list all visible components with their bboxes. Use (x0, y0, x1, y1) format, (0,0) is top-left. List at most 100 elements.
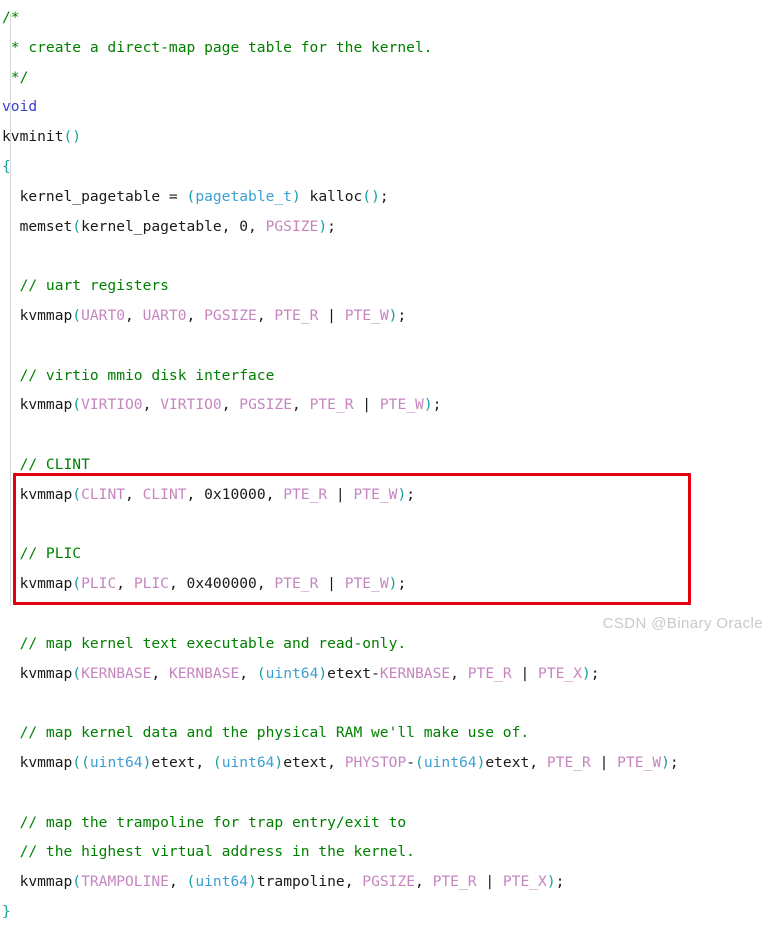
code-token: , (221, 396, 240, 414)
code-token: ) (142, 753, 152, 771)
code-token: PTE_R (274, 575, 319, 593)
code-token: trampoline, (256, 873, 363, 891)
code-token: ( (212, 753, 222, 771)
code-token: // map kernel data and the physical RAM … (2, 724, 530, 742)
code-token: | (353, 396, 380, 414)
code-token: // PLIC (2, 545, 82, 563)
code-token: ) (318, 664, 328, 682)
code-token: | (318, 575, 345, 593)
code-token: TRAMPOLINE (81, 873, 169, 891)
code-token: */ (2, 68, 29, 86)
code-token: ; (406, 485, 416, 503)
code-token: } (2, 902, 11, 920)
code-token: ) (661, 753, 670, 771)
code-token: PTE_X (502, 873, 547, 891)
code-token: | (476, 873, 503, 891)
code-viewer[interactable]: /* * create a direct-map page table for … (0, 0, 781, 920)
code-token: kvmmap (2, 575, 73, 593)
code-token: ( (72, 664, 82, 682)
code-line: * create a direct-map page table for the… (2, 33, 781, 63)
code-token: uint64 (195, 873, 249, 891)
code-line: */ (2, 63, 781, 93)
code-token: * create a direct-map page table for the… (2, 38, 433, 56)
code-token: UART0 (81, 306, 126, 324)
code-token: ( (72, 306, 82, 324)
code-token: ( (72, 873, 82, 891)
code-line: kvmmap(CLINT, CLINT, 0x10000, PTE_R | PT… (2, 480, 781, 510)
code-token: ( (186, 873, 196, 891)
code-token: UART0 (142, 306, 187, 324)
code-line: void (2, 92, 781, 122)
code-token: PGSIZE (239, 396, 292, 414)
code-token: ) (397, 485, 407, 503)
code-token: kvmmap (2, 873, 73, 891)
code-line: kvminit() (2, 122, 781, 152)
code-token: ; (379, 187, 389, 205)
code-token: PTE_X (538, 664, 582, 682)
code-token: uint64 (221, 753, 275, 771)
code-token: PTE_W (344, 575, 389, 593)
code-token: VIRTIO0 (81, 396, 143, 414)
code-token: uint64 (265, 664, 319, 682)
code-token: ) (423, 396, 433, 414)
code-token: // uart registers (2, 277, 169, 295)
code-line: // uart registers (2, 271, 781, 301)
code-token: PTE_W (617, 753, 662, 771)
code-token: uint64 (423, 753, 477, 771)
code-token: PLIC (133, 575, 169, 593)
code-line: kvmmap(KERNBASE, KERNBASE, (uint64)etext… (2, 659, 781, 689)
code-token: , (292, 396, 310, 414)
code-token: ) (476, 753, 486, 771)
code-token: , (168, 873, 187, 891)
code-token: (( (72, 753, 90, 771)
code-token: // the highest virtual address in the ke… (2, 843, 415, 861)
code-line: kvmmap(TRAMPOLINE, (uint64)trampoline, P… (2, 867, 781, 897)
code-token: , (239, 664, 257, 682)
code-token: PTE_R (309, 396, 354, 414)
code-token: { (2, 157, 11, 175)
code-token: VIRTIO0 (160, 396, 222, 414)
code-token: , (450, 664, 468, 682)
code-token: kvmmap (2, 664, 73, 682)
code-line: kvmmap(UART0, UART0, PGSIZE, PTE_R | PTE… (2, 301, 781, 331)
code-line: kvmmap(VIRTIO0, VIRTIO0, PGSIZE, PTE_R |… (2, 390, 781, 420)
code-line: kvmmap((uint64)etext, (uint64)etext, PHY… (2, 748, 781, 778)
code-token: void (2, 98, 38, 116)
code-token: | (318, 306, 345, 324)
code-line: /* (2, 3, 781, 33)
code-token: PTE_W (353, 485, 398, 503)
source-code-block[interactable]: /* * create a direct-map page table for … (2, 3, 781, 927)
code-token: | (511, 664, 539, 682)
code-token: , (116, 575, 134, 593)
code-token: PTE_R (283, 485, 328, 503)
code-token: PTE_W (344, 306, 389, 324)
code-token: kvmmap (2, 485, 73, 503)
code-token: kernel_pagetable, 0, (81, 217, 266, 235)
code-token: ( (256, 664, 266, 682)
code-token: uint64 (89, 753, 143, 771)
code-line: // CLINT (2, 450, 781, 480)
code-token: PTE_R (432, 873, 477, 891)
code-token: ( (415, 753, 424, 771)
code-token: , (142, 396, 161, 414)
code-token: // CLINT (2, 455, 90, 473)
code-token: ( (186, 187, 196, 205)
code-token: PTE_R (546, 753, 591, 771)
code-token: KERNBASE (168, 664, 240, 682)
code-token: ; (555, 873, 565, 891)
code-token: PTE_R (467, 664, 512, 682)
code-token: kvminit (2, 128, 64, 146)
code-token: ) (546, 873, 556, 891)
code-line: // map the trampoline for trap entry/exi… (2, 808, 781, 838)
code-token: etext, (283, 753, 345, 771)
code-token: KERNBASE (81, 664, 152, 682)
code-token: , (415, 873, 433, 891)
code-token: , (125, 485, 143, 503)
code-token: // map the trampoline for trap entry/exi… (2, 813, 407, 831)
code-line: kernel_pagetable = (pagetable_t) kalloc(… (2, 182, 781, 212)
code-token: | (590, 753, 618, 771)
